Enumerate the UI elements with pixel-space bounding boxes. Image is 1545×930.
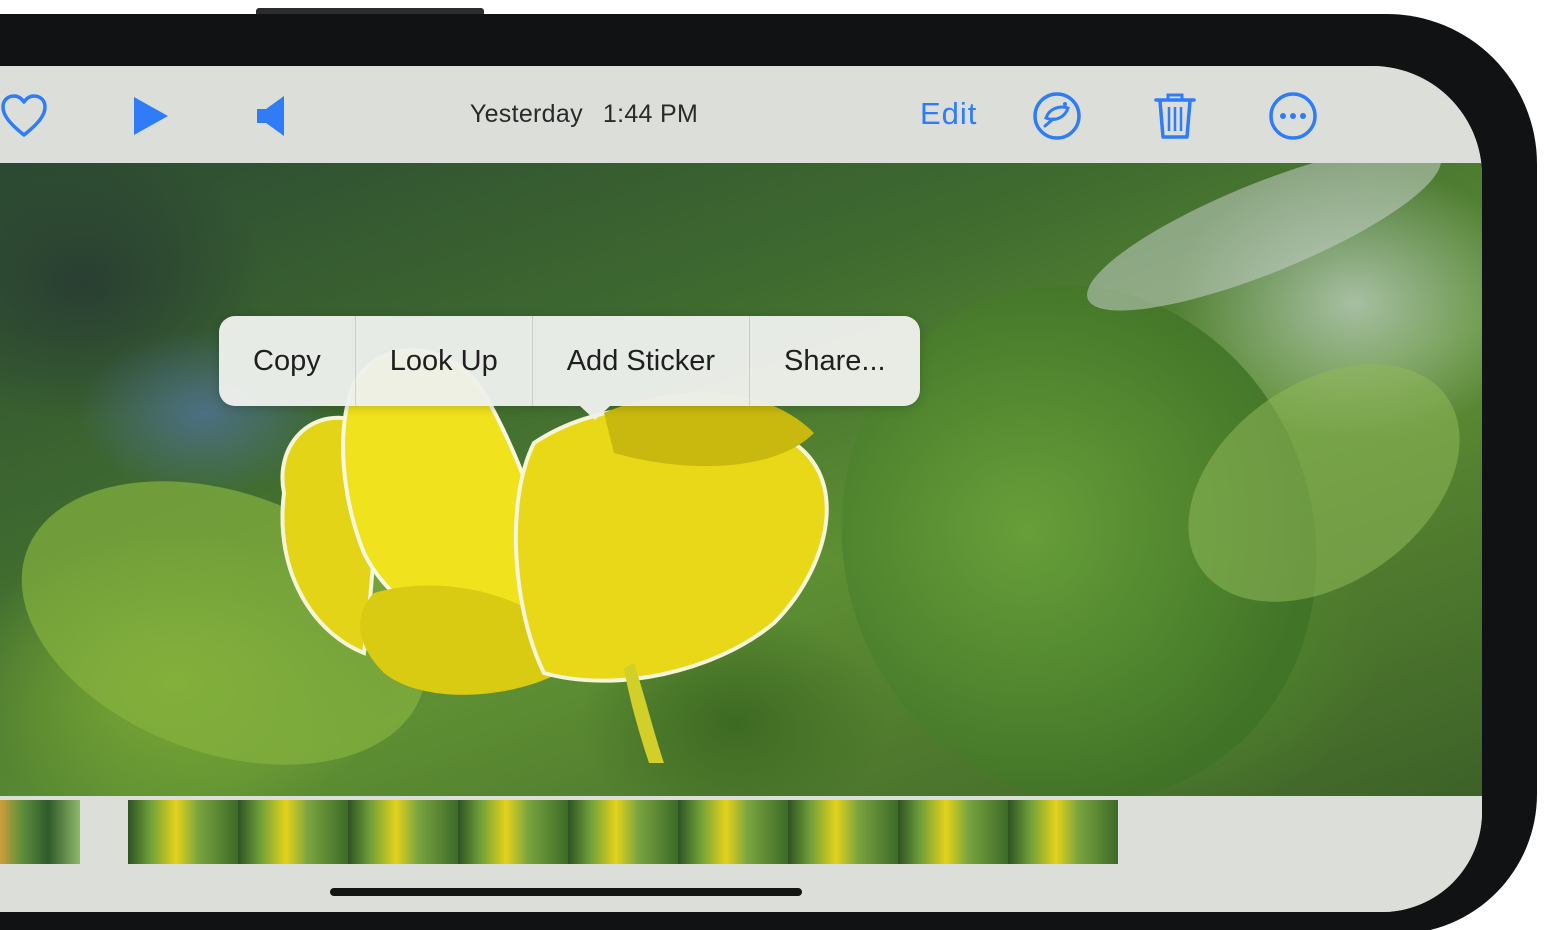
filmstrip-frames[interactable] xyxy=(128,800,1118,864)
context-menu: Copy Look Up Add Sticker Share... xyxy=(219,316,920,406)
play-icon[interactable] xyxy=(124,90,176,142)
ellipsis-circle-icon[interactable] xyxy=(1267,90,1319,142)
filmstrip-thumbnail-previous[interactable] xyxy=(0,800,80,864)
device-frame: Yesterday 1:44 PM Edit Copy Look Up Add … xyxy=(0,14,1537,930)
edit-button[interactable]: Edit xyxy=(920,96,977,132)
menu-item-add-sticker[interactable]: Add Sticker xyxy=(533,316,751,406)
photo-viewer-screen: Yesterday 1:44 PM Edit Copy Look Up Add … xyxy=(0,66,1482,912)
menu-item-share[interactable]: Share... xyxy=(750,316,920,406)
heart-icon[interactable] xyxy=(0,90,50,142)
context-menu-pointer xyxy=(580,406,610,420)
menu-item-look-up[interactable]: Look Up xyxy=(356,316,533,406)
trash-icon[interactable] xyxy=(1149,90,1201,142)
top-toolbar: Yesterday 1:44 PM Edit xyxy=(0,66,1482,163)
filmstrip-bar xyxy=(0,796,1482,912)
menu-item-copy[interactable]: Copy xyxy=(219,316,356,406)
speaker-icon[interactable] xyxy=(246,90,298,142)
photo-date: Yesterday xyxy=(469,100,583,128)
photo-time: 1:44 PM xyxy=(602,100,699,128)
visual-lookup-icon[interactable] xyxy=(1031,90,1083,142)
home-indicator[interactable] xyxy=(330,888,802,896)
photo-canvas[interactable]: Copy Look Up Add Sticker Share... xyxy=(0,163,1482,796)
photo-timestamp: Yesterday 1:44 PM xyxy=(404,100,764,129)
